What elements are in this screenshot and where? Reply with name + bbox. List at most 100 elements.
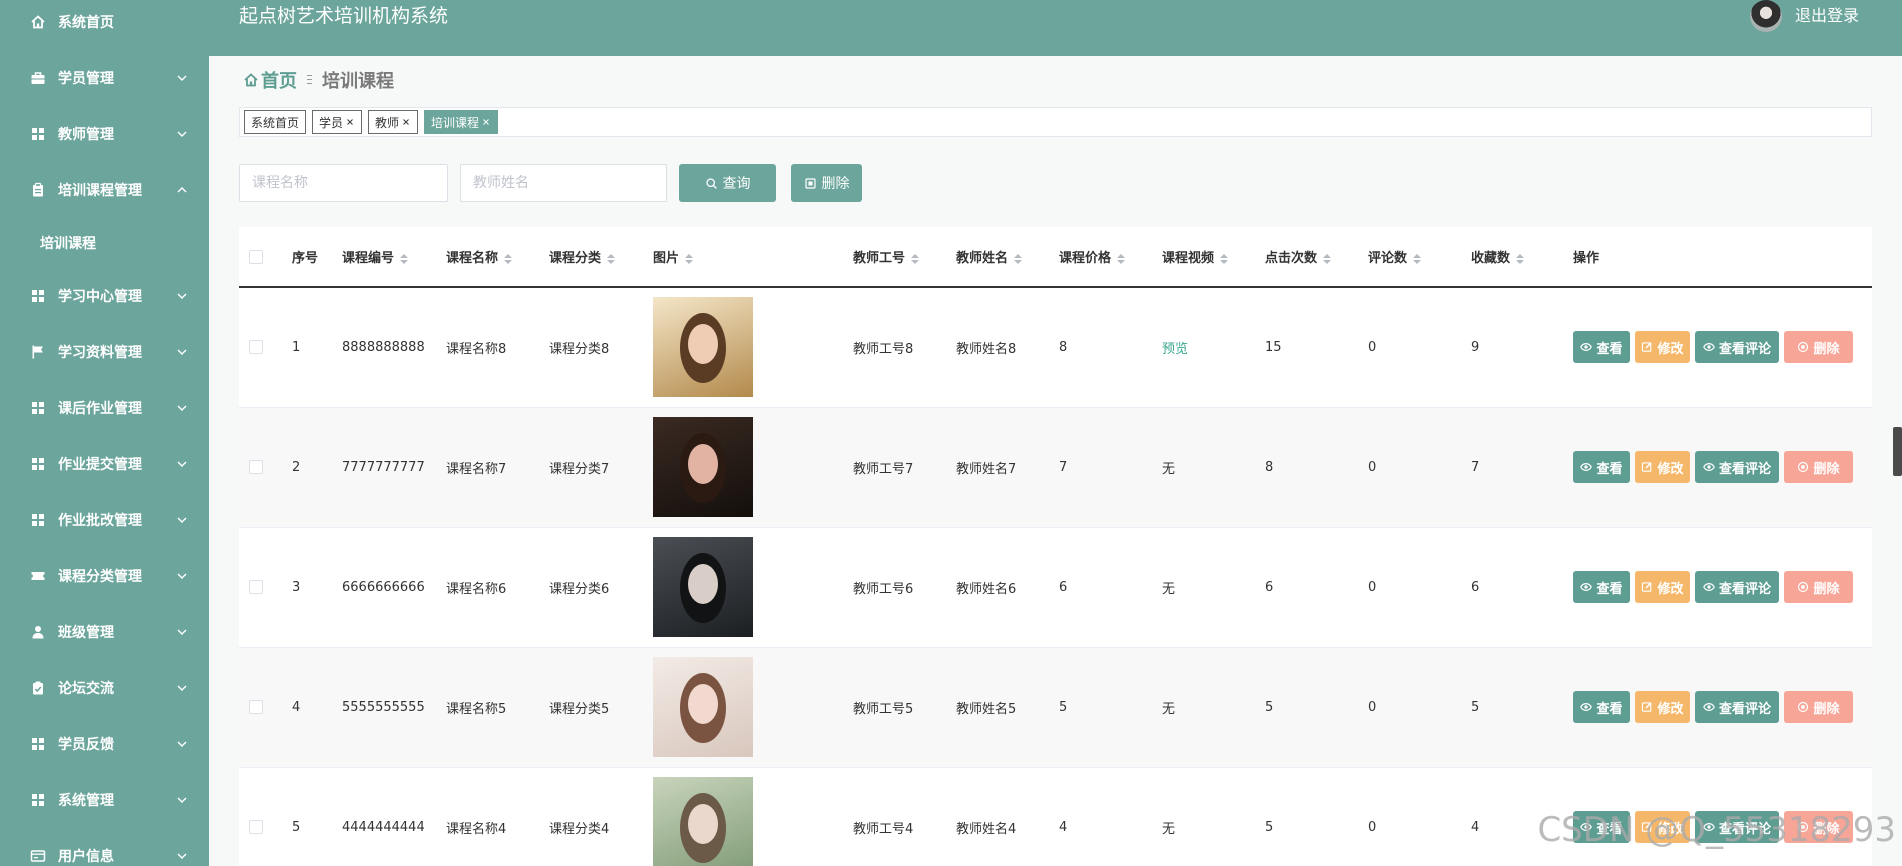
row-checkbox[interactable] [249,340,263,355]
column-header-course-code[interactable]: 课程编号 [334,227,438,288]
course-name-search-input[interactable] [239,164,448,202]
row-checkbox[interactable] [249,700,263,714]
sort-descending-icon[interactable] [1516,259,1525,264]
view-comments-button[interactable]: 查看评论 [1695,571,1779,603]
sort-ascending-icon[interactable] [685,253,694,258]
row-checkbox[interactable] [249,580,263,594]
teacher-name-search-input[interactable] [460,164,667,202]
sidebar-item-homework-submission[interactable]: 作业提交管理 [0,436,209,492]
select-all-checkbox[interactable] [249,249,263,264]
sort-ascending-icon[interactable] [504,253,513,258]
sort-ascending-icon[interactable] [1117,253,1126,258]
sort-descending-icon[interactable] [1323,259,1332,264]
sidebar-item-classes[interactable]: 班级管理 [0,604,209,660]
view-comments-button[interactable]: 查看评论 [1695,691,1779,723]
sort-descending-icon[interactable] [911,259,920,264]
course-image[interactable] [653,417,753,517]
sidebar-item-learning-materials[interactable]: 学习资料管理 [0,324,209,380]
edit-button[interactable]: 修改 [1635,811,1690,843]
sort-caret-icon[interactable] [1117,253,1126,264]
sort-caret-icon[interactable] [1413,253,1422,264]
column-header-click-count[interactable]: 点击次数 [1257,227,1360,288]
view-button[interactable]: 查看 [1573,571,1630,603]
view-comments-button[interactable]: 查看评论 [1695,331,1779,364]
sort-descending-icon[interactable] [400,259,409,264]
sort-ascending-icon[interactable] [1323,253,1332,258]
sort-ascending-icon[interactable] [1516,253,1525,258]
delete-button[interactable]: 删除 [1784,451,1853,483]
sort-caret-icon[interactable] [685,253,694,264]
sort-caret-icon[interactable] [1323,253,1332,264]
column-header-course-category[interactable]: 课程分类 [541,227,645,288]
course-image[interactable] [653,657,753,757]
edit-button[interactable]: 修改 [1635,571,1690,603]
delete-button[interactable]: 删除 [1784,691,1853,723]
sort-ascending-icon[interactable] [607,253,616,258]
tab-training-courses[interactable]: 培训课程 [424,110,499,134]
page-scrollbar[interactable] [1893,427,1902,476]
sidebar-item-homework[interactable]: 课后作业管理 [0,380,209,436]
sort-descending-icon[interactable] [607,259,616,264]
sort-descending-icon[interactable] [1117,259,1126,264]
sort-descending-icon[interactable] [685,259,694,264]
delete-button[interactable]: 删除 [1784,571,1853,603]
sort-ascending-icon[interactable] [400,253,409,258]
close-icon[interactable] [345,117,355,127]
sort-caret-icon[interactable] [400,253,409,264]
sort-caret-icon[interactable] [1516,253,1525,264]
tab-home[interactable]: 系统首页 [244,110,307,134]
sidebar-item-homework-grading[interactable]: 作业批改管理 [0,492,209,548]
breadcrumb-home-link[interactable]: 首页 [261,67,297,93]
sidebar-item-feedback[interactable]: 学员反馈 [0,716,209,772]
sidebar-item-course-categories[interactable]: 课程分类管理 [0,548,209,604]
avatar[interactable] [1750,0,1782,32]
view-button[interactable]: 查看 [1573,811,1630,843]
sort-caret-icon[interactable] [911,253,920,264]
sort-caret-icon[interactable] [1014,253,1023,264]
column-header-course-name[interactable]: 课程名称 [438,227,541,288]
home-icon[interactable] [243,72,259,88]
sidebar-item-learning-center[interactable]: 学习中心管理 [0,268,209,324]
view-button[interactable]: 查看 [1573,451,1630,483]
sidebar-subitem-training-course[interactable]: 培训课程 [0,218,209,268]
row-checkbox[interactable] [249,820,263,834]
course-image[interactable] [653,537,753,637]
edit-button[interactable]: 修改 [1635,331,1690,364]
view-comments-button[interactable]: 查看评论 [1695,451,1779,483]
sort-ascending-icon[interactable] [1413,253,1422,258]
sidebar-item-students[interactable]: 学员管理 [0,50,209,106]
sort-descending-icon[interactable] [1220,259,1229,264]
column-header-teacher-name[interactable]: 教师姓名 [948,227,1051,288]
sort-caret-icon[interactable] [504,253,513,264]
batch-delete-button[interactable]: 删除 [791,164,862,202]
row-checkbox[interactable] [249,460,263,474]
edit-button[interactable]: 修改 [1635,691,1690,723]
view-comments-button[interactable]: 查看评论 [1695,811,1779,843]
sort-caret-icon[interactable] [607,253,616,264]
column-header-teacher-id[interactable]: 教师工号 [845,227,948,288]
sidebar-item-teachers[interactable]: 教师管理 [0,106,209,162]
view-button[interactable]: 查看 [1573,691,1630,723]
video-preview-link[interactable]: 预览 [1162,342,1188,357]
close-icon[interactable] [481,117,491,127]
tab-students[interactable]: 学员 [312,110,363,134]
column-header-favorite-count[interactable]: 收藏数 [1463,227,1565,288]
sort-descending-icon[interactable] [1413,259,1422,264]
sidebar-item-forum[interactable]: 论坛交流 [0,660,209,716]
course-image[interactable] [653,297,753,398]
sort-ascending-icon[interactable] [1220,253,1229,258]
column-header-course-video[interactable]: 课程视频 [1154,227,1257,288]
query-button[interactable]: 查询 [679,164,776,202]
view-button[interactable]: 查看 [1573,331,1630,364]
column-header-course-price[interactable]: 课程价格 [1051,227,1154,288]
sort-ascending-icon[interactable] [911,253,920,258]
sort-descending-icon[interactable] [1014,259,1023,264]
sort-caret-icon[interactable] [1220,253,1229,264]
course-image[interactable] [653,777,753,866]
sidebar-item-user-info[interactable]: 用户信息 [0,828,209,866]
tab-teachers[interactable]: 教师 [368,110,419,134]
close-icon[interactable] [401,117,411,127]
delete-button[interactable]: 删除 [1784,331,1853,364]
sidebar-item-training-courses[interactable]: 培训课程管理 [0,162,209,218]
sort-descending-icon[interactable] [504,259,513,264]
